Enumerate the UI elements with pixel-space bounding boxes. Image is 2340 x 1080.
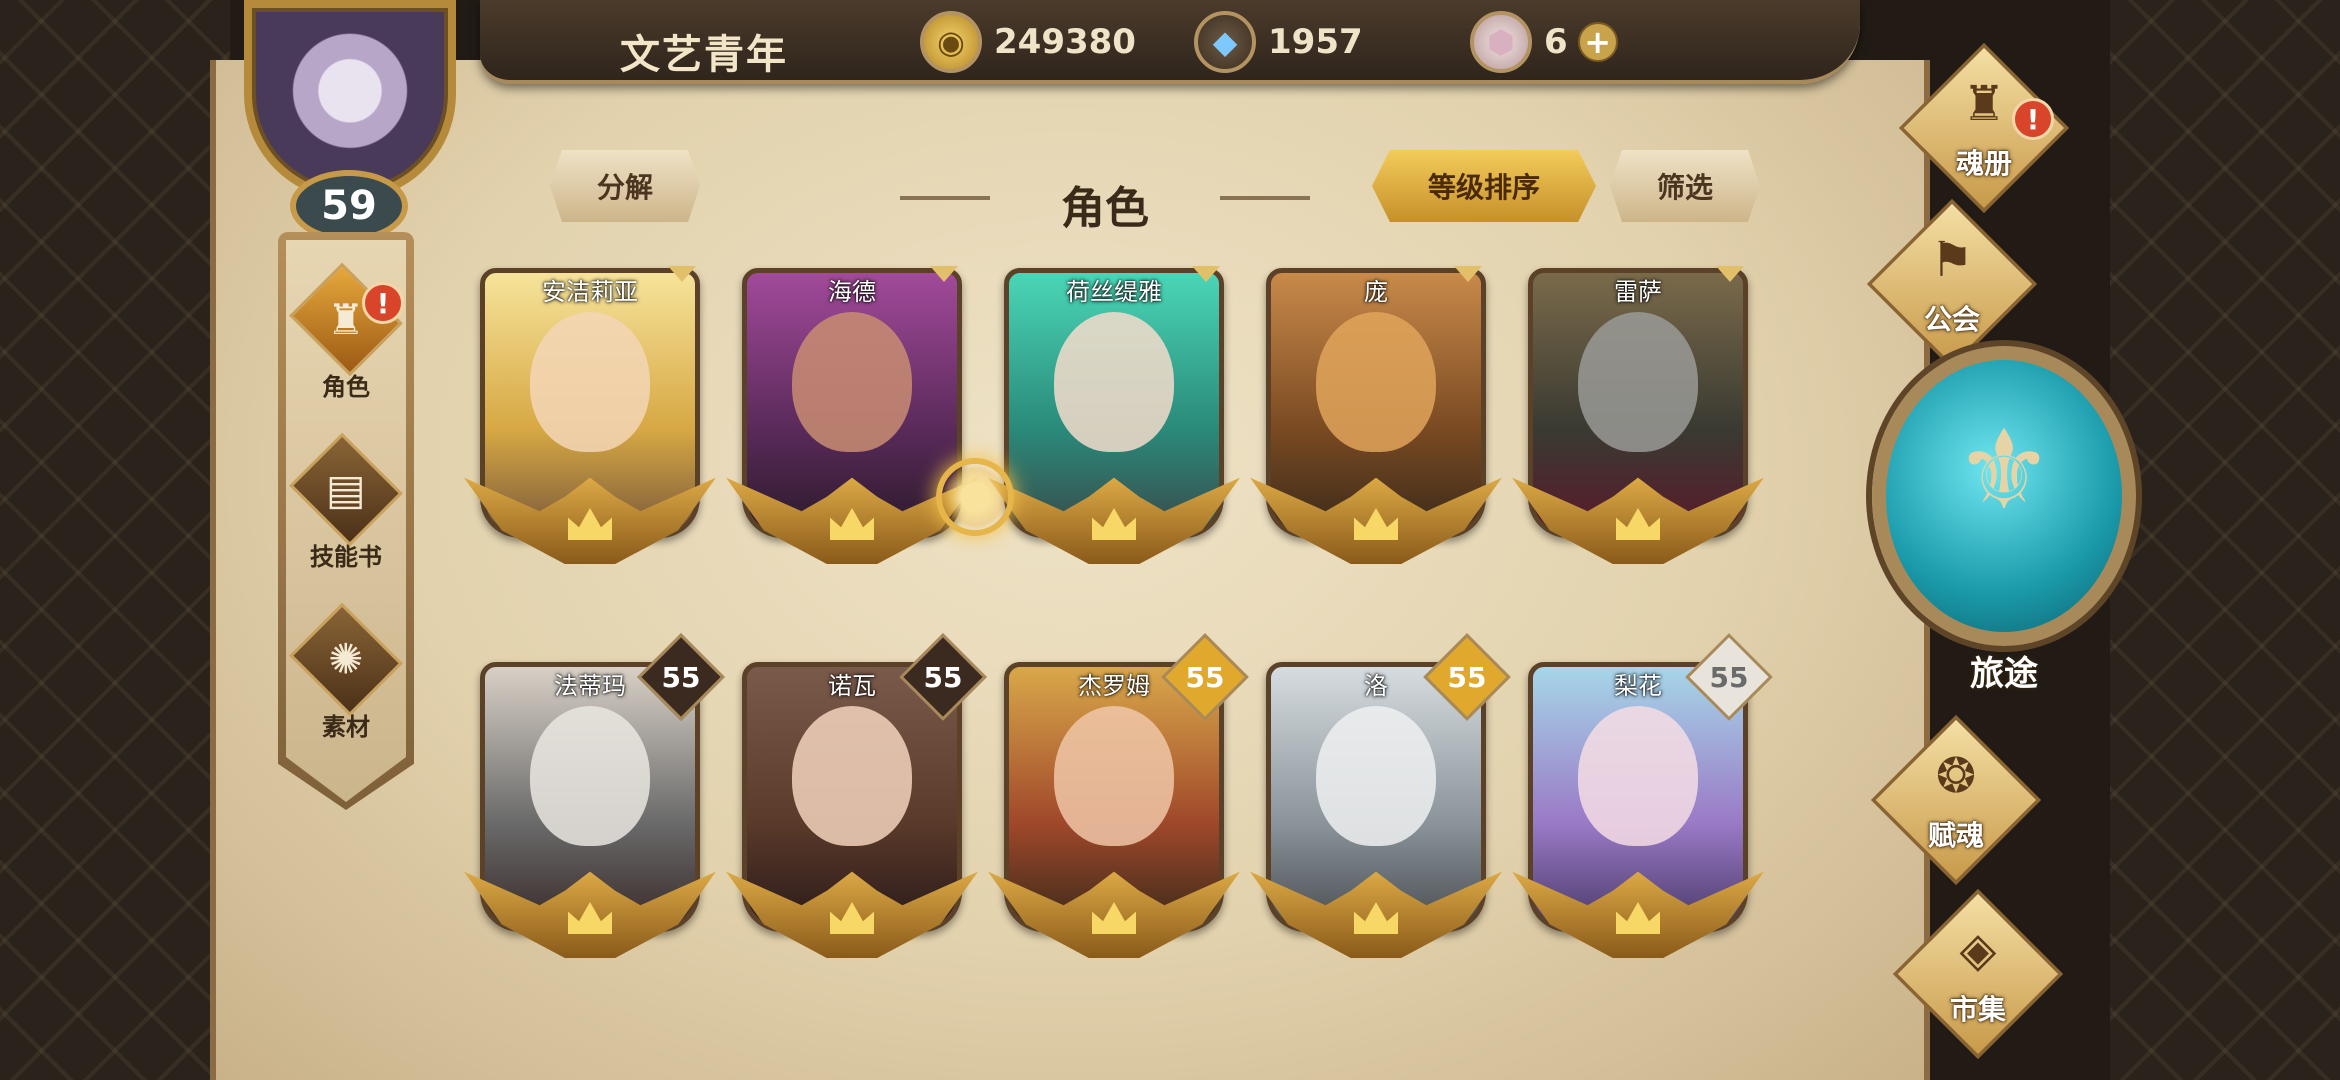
journey-button[interactable]: ⚜ 旅途 xyxy=(1872,346,2136,726)
crystal-icon: ◆ xyxy=(1194,11,1256,73)
crystal-resource: ◆ 1957 xyxy=(1194,10,1363,74)
character-card[interactable]: 杰罗姆 55 xyxy=(988,633,1249,992)
character-card[interactable]: 荷丝缇雅 xyxy=(988,266,1240,598)
nav-item-skill-book[interactable]: ▤ 技能书 xyxy=(278,432,414,572)
soul-flame-icon: ❂ xyxy=(1935,748,1977,804)
card-corner-marker xyxy=(668,266,696,282)
title-ornament-right xyxy=(1220,196,1310,200)
nav-item-materials[interactable]: ✺ 素材 xyxy=(278,602,414,742)
card-corner-marker xyxy=(1716,266,1744,282)
market-label: 市集 xyxy=(1949,993,2006,1026)
character-name: 雷萨 xyxy=(1614,278,1662,306)
crystal-amount: 1957 xyxy=(1268,22,1363,62)
character-name: 安洁莉亚 xyxy=(542,278,638,306)
card-corner-marker xyxy=(930,266,958,282)
player-name: 文艺青年 xyxy=(620,32,788,78)
market-button[interactable]: ◈ 市集 xyxy=(1878,888,2078,1060)
gem-resource: ⬢ 6 + xyxy=(1470,10,1618,74)
sort-by-level-button[interactable]: 等级排序 xyxy=(1372,150,1596,222)
gem-amount: 6 xyxy=(1544,22,1568,62)
card-corner-marker xyxy=(1454,266,1482,282)
soul-link-glow-icon xyxy=(936,458,1014,536)
add-gem-button[interactable]: + xyxy=(1577,22,1618,62)
nav-item-characters[interactable]: ♜ 角色 ! xyxy=(278,262,414,402)
guild-button[interactable]: ⚑ 公会 xyxy=(1852,198,2052,370)
decompose-button[interactable]: 分解 xyxy=(550,150,700,222)
right-wall-background xyxy=(2110,0,2340,1080)
soul-book-button[interactable]: ♜ 魂册 ! xyxy=(1884,42,2084,214)
soul-book-icon: ♜ xyxy=(1962,76,2006,132)
filter-button[interactable]: 筛选 xyxy=(1610,150,1760,222)
character-name: 荷丝缇雅 xyxy=(1066,278,1162,306)
left-wall-background xyxy=(0,0,230,1080)
character-card[interactable]: 诺瓦 55 xyxy=(726,633,987,992)
player-level-badge: 59 xyxy=(290,170,408,242)
gold-amount: 249380 xyxy=(994,22,1136,62)
character-name: 海德 xyxy=(828,278,876,306)
character-card[interactable]: 庞 xyxy=(1250,266,1502,598)
characters-alert-badge: ! xyxy=(362,282,404,324)
gold-coin-icon: ◉ xyxy=(920,11,982,73)
market-gem-icon: ◈ xyxy=(1959,922,1997,978)
guild-label: 公会 xyxy=(1923,303,1980,336)
soul-book-label: 魂册 xyxy=(1955,147,2012,180)
soul-gift-label: 赋魂 xyxy=(1927,819,1984,852)
character-name: 庞 xyxy=(1364,278,1388,306)
title-ornament-left xyxy=(900,196,990,200)
character-card[interactable]: 安洁莉亚 xyxy=(464,266,716,598)
character-card[interactable]: 梨花 55 xyxy=(1512,633,1773,992)
character-card[interactable]: 雷萨 xyxy=(1512,266,1764,598)
guild-banner-icon: ⚑ xyxy=(1930,232,1974,288)
journey-label: 旅途 xyxy=(1970,654,2038,694)
soul-book-alert-badge: ! xyxy=(2012,98,2054,140)
gem-icon: ⬢ xyxy=(1470,11,1532,73)
page-title: 角色 xyxy=(1061,183,1149,234)
soul-gift-button[interactable]: ❂ 赋魂 xyxy=(1856,714,2056,886)
card-corner-marker xyxy=(1192,266,1220,282)
character-card[interactable]: 海德 xyxy=(726,266,978,598)
player-avatar-frame[interactable]: 59 xyxy=(214,0,486,250)
character-card[interactable]: 法蒂玛 55 xyxy=(464,633,725,992)
gold-resource: ◉ 249380 xyxy=(920,10,1136,74)
character-card[interactable]: 洛 55 xyxy=(1250,633,1511,992)
journey-emblem-icon: ⚜ xyxy=(1954,406,2054,534)
